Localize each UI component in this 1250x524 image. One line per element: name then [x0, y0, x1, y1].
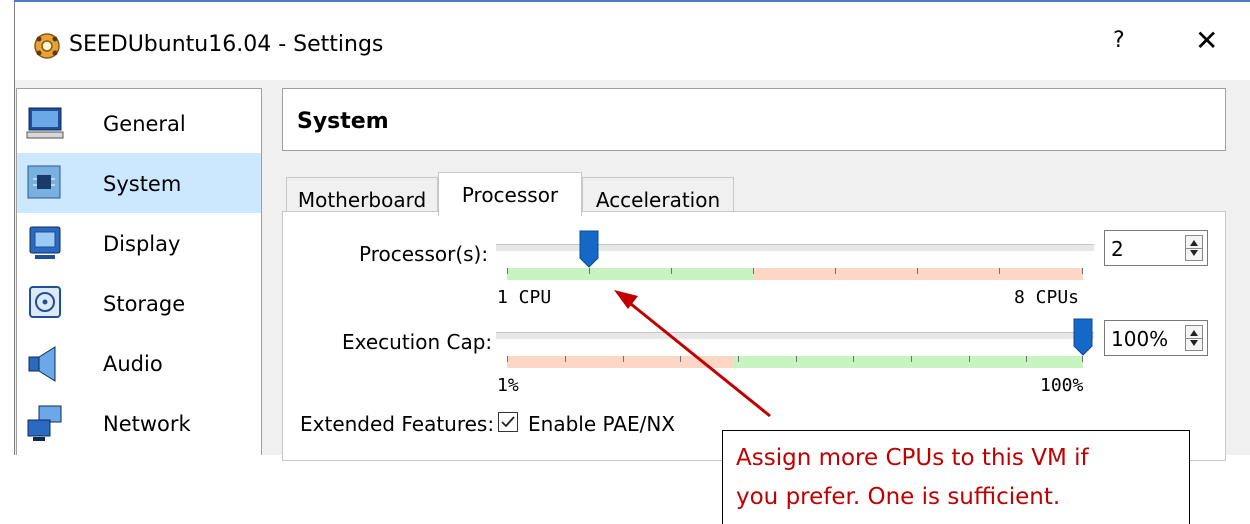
callout-text: Assign more CPUs to this VM if you prefe… [736, 445, 1089, 510]
tab-processor[interactable]: Processor [438, 172, 582, 216]
annotation-callout: Assign more CPUs to this VM if you prefe… [722, 430, 1190, 524]
